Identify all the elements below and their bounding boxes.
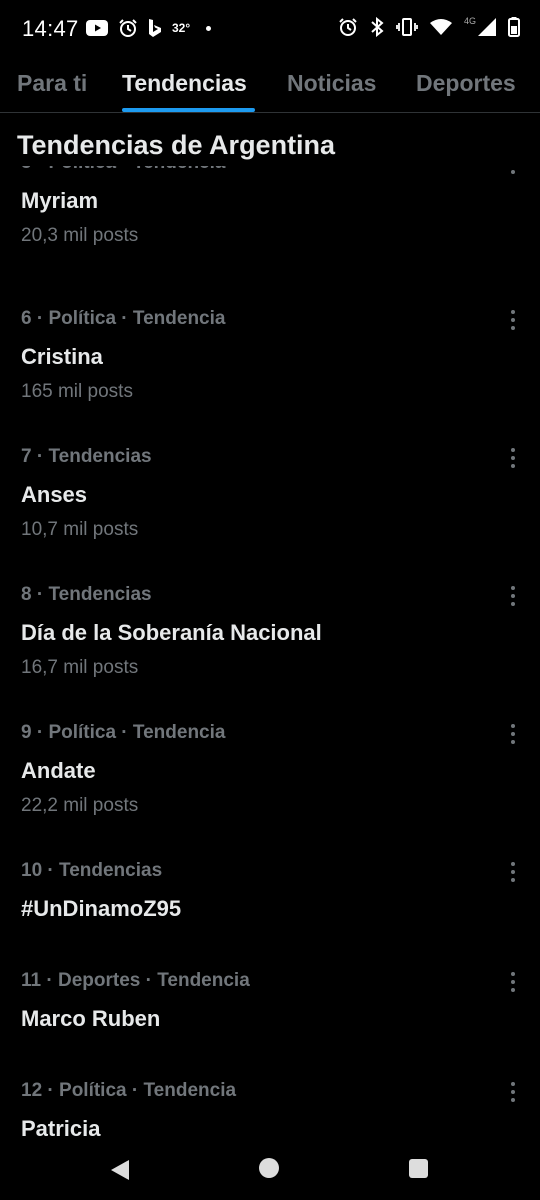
trend-name: #UnDinamoZ95 [21,896,182,921]
trend-meta: 8 · Tendencias [21,584,152,605]
more-options-icon[interactable] [508,972,518,992]
section-title: Tendencias de Argentina [17,130,336,160]
trend-meta: 6 · Política · Tendencia [21,308,226,329]
more-options-icon[interactable] [508,166,518,174]
tab-para-ti[interactable]: Para ti [17,70,87,97]
network-type: 4G [463,16,476,26]
trend-name: Patricia [21,1116,101,1141]
trend-meta: 11 · Deportes · Tendencia [21,970,250,991]
trend-name: Día de la Soberanía Nacional [21,620,322,645]
trend-meta: 5 · Política · Tendencia [21,166,225,174]
trend-name: Myriam [21,188,99,213]
status-time: 14:47 [22,16,79,41]
tab-bar: Para ti Tendencias Noticias Deportes [0,58,540,113]
trend-post-count: 20,3 mil posts [21,225,139,246]
active-tab-indicator [122,108,255,112]
recents-icon[interactable] [409,1159,428,1178]
tab-noticias[interactable]: Noticias [287,70,376,97]
system-navigation-bar [0,1140,540,1200]
youtube-icon [86,20,108,36]
notification-dot-icon [206,25,212,31]
back-icon[interactable] [110,1159,130,1181]
trends-list: 5 · Política · Tendencia Myriam 20,3 mil… [0,166,540,1146]
more-options-icon[interactable] [508,586,518,606]
tab-tendencias[interactable]: Tendencias [122,70,247,97]
trend-post-count: 165 mil posts [21,381,133,402]
trend-name: Anses [21,482,88,507]
trend-meta: 12 · Política · Tendencia [21,1080,237,1101]
more-options-icon[interactable] [508,724,518,744]
trend-meta: 7 · Tendencias [21,446,152,467]
alarm-icon [339,18,357,36]
battery-icon [508,17,520,37]
tab-deportes[interactable]: Deportes [416,70,516,97]
more-options-icon[interactable] [508,448,518,468]
trend-post-count: 22,2 mil posts [21,795,139,816]
bluetooth-icon [371,17,384,37]
trend-name: Cristina [21,344,103,369]
trend-meta: 10 · Tendencias [21,860,163,881]
trend-post-count: 10,7 mil posts [21,519,139,540]
temperature: 32° [172,21,191,35]
more-options-icon[interactable] [508,1082,518,1102]
status-bar: 14:47 32° 4G [0,0,540,58]
trend-meta: 9 · Política · Tendencia [21,722,226,743]
vibrate-icon [396,18,418,36]
wifi-icon [429,19,452,35]
signal-icon [478,18,496,36]
home-icon[interactable] [259,1158,279,1178]
more-options-icon[interactable] [508,310,518,330]
trend-post-count: 16,7 mil posts [21,657,139,678]
trend-name: Andate [21,758,96,783]
more-options-icon[interactable] [508,862,518,882]
alarm-icon [119,19,137,37]
bing-icon [149,19,161,37]
trend-name: Marco Ruben [21,1006,161,1031]
